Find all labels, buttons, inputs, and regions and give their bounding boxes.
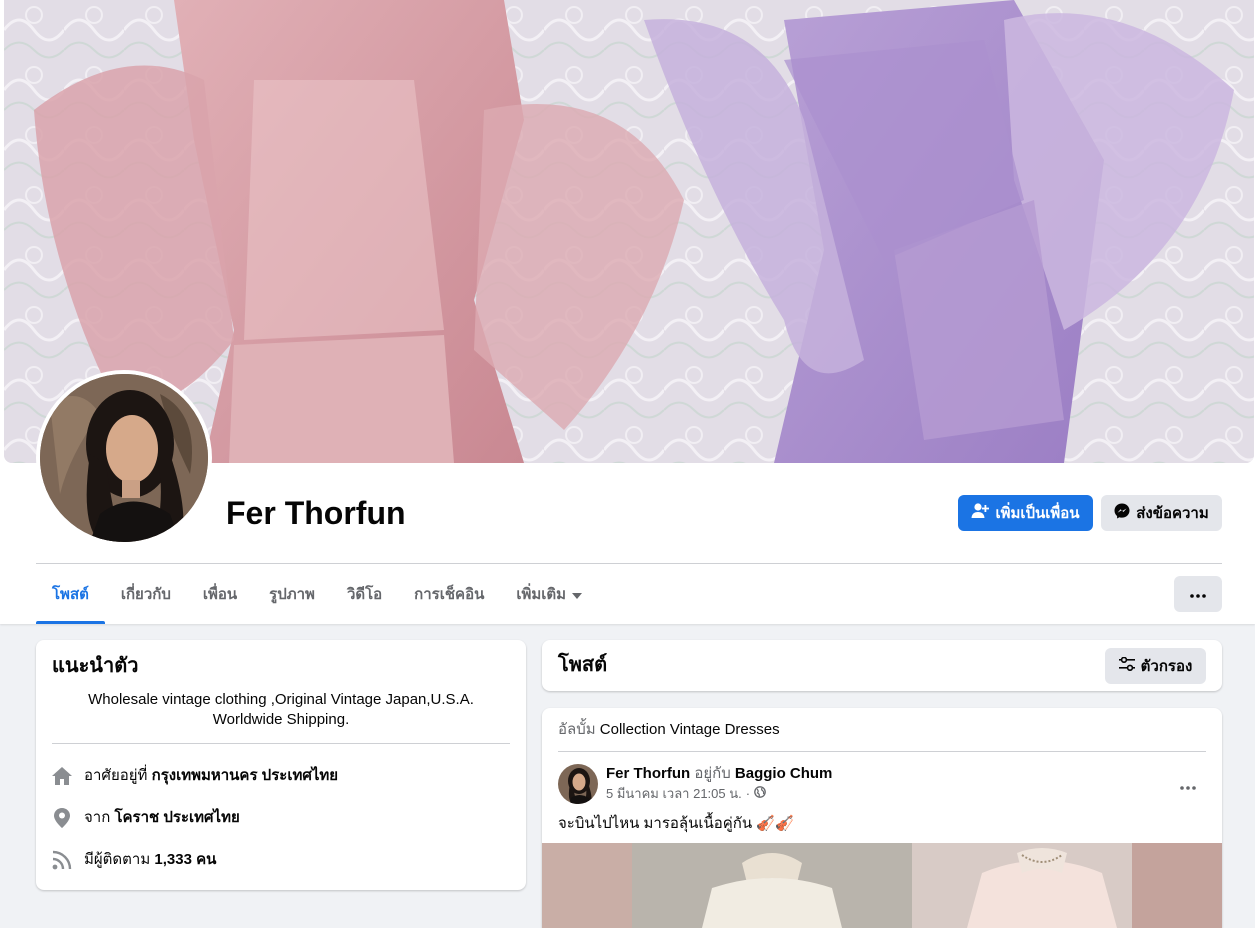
followers-prefix: มีผู้ติดตาม xyxy=(84,851,151,868)
profile-options-button[interactable] xyxy=(1174,576,1222,612)
add-friend-icon xyxy=(971,502,990,524)
profile-tabs: โพสต์ เกี่ยวกับ เพื่อน รูปภาพ วิดีโอ การ… xyxy=(36,564,598,624)
filter-sliders-icon xyxy=(1118,656,1135,675)
tab-label: รูปภาพ xyxy=(269,586,315,603)
post-meta: 5 มีนาคม เวลา 21:05 น. · xyxy=(606,786,766,802)
tab-posts[interactable]: โพสต์ xyxy=(36,564,105,624)
profile-name: Fer Thorfun xyxy=(226,495,406,531)
add-friend-button[interactable]: เพิ่มเป็นเพื่อน xyxy=(958,495,1093,531)
profile-header: Fer Thorfun เพิ่มเป็นเพื่อน ส่งข้อความ โ… xyxy=(0,0,1255,624)
post-timestamp[interactable]: 5 มีนาคม เวลา 21:05 น. xyxy=(606,786,742,802)
post-photo[interactable] xyxy=(542,843,1222,928)
post-author-avatar[interactable] xyxy=(558,764,598,804)
intro-followers: มีผู้ติดตาม 1,333 คน xyxy=(52,850,216,870)
profile-avatar[interactable] xyxy=(40,374,208,542)
with-prefix: อยู่กับ xyxy=(694,765,731,782)
intro-divider xyxy=(52,743,510,744)
post-text: จะบินไปไหน มารอลุ้นเนื้อคู่กัน 🎻🎻 xyxy=(558,815,794,832)
intro-bio: Wholesale vintage clothing ,Original Vin… xyxy=(88,691,474,728)
globe-icon xyxy=(754,786,766,802)
tab-label: การเช็คอิน xyxy=(414,586,485,603)
tab-about[interactable]: เกี่ยวกับ xyxy=(105,564,187,624)
intro-title: แนะนำตัว xyxy=(52,655,139,677)
lives-value[interactable]: กรุงเทพมหานคร ประเทศไทย xyxy=(152,767,338,784)
profile-avatar-ring[interactable] xyxy=(36,370,212,546)
lives-prefix: อาศัยอยู่ที่ xyxy=(84,767,148,784)
intro-lives-in: อาศัยอยู่ที่ กรุงเทพมหานคร ประเทศไทย xyxy=(52,766,338,786)
tab-label: เพิ่มเติม xyxy=(516,586,567,603)
album-name-link[interactable]: Collection Vintage Dresses xyxy=(600,721,780,738)
more-dots-icon xyxy=(1180,777,1196,795)
posts-title: โพสต์ xyxy=(558,654,608,676)
album-line: อัลบั้ม Collection Vintage Dresses xyxy=(558,720,780,740)
from-value[interactable]: โคราช ประเทศไทย xyxy=(114,809,239,826)
post-author-name[interactable]: Fer Thorfun xyxy=(606,765,690,782)
tab-label: เกี่ยวกับ xyxy=(120,586,171,603)
meta-separator: · xyxy=(745,786,751,801)
rss-followers-icon xyxy=(52,850,72,870)
messenger-icon xyxy=(1114,503,1130,523)
post-divider xyxy=(558,751,1206,752)
tab-photos[interactable]: รูปภาพ xyxy=(253,564,331,624)
tab-friends[interactable]: เพื่อน xyxy=(187,564,253,624)
message-label: ส่งข้อความ xyxy=(1136,505,1209,522)
cover-photo[interactable] xyxy=(4,0,1254,463)
filter-button[interactable]: ตัวกรอง xyxy=(1105,648,1206,684)
post-card: อัลบั้ม Collection Vintage Dresses Fer T… xyxy=(542,708,1222,928)
filter-label: ตัวกรอง xyxy=(1140,658,1193,675)
post-options-button[interactable] xyxy=(1172,770,1204,802)
tab-more[interactable]: เพิ่มเติม xyxy=(500,564,598,624)
location-pin-icon xyxy=(52,808,72,828)
tab-videos[interactable]: วิดีโอ xyxy=(331,564,398,624)
post-author-line: Fer Thorfun อยู่กับ Baggio Chum xyxy=(606,764,832,784)
tab-label: โพสต์ xyxy=(52,586,89,603)
message-button[interactable]: ส่งข้อความ xyxy=(1101,495,1222,531)
posts-header-card: โพสต์ ตัวกรอง xyxy=(542,640,1222,691)
tab-checkins[interactable]: การเช็คอิน xyxy=(398,564,500,624)
home-icon xyxy=(52,766,72,786)
caret-down-icon xyxy=(572,586,583,603)
album-prefix: อัลบั้ม xyxy=(558,721,596,738)
tab-label: วิดีโอ xyxy=(346,586,383,603)
tagged-user-link[interactable]: Baggio Chum xyxy=(735,765,833,782)
more-dots-icon xyxy=(1190,585,1206,603)
add-friend-label: เพิ่มเป็นเพื่อน xyxy=(995,505,1080,522)
intro-from: จาก โคราช ประเทศไทย xyxy=(52,808,240,828)
intro-card: แนะนำตัว Wholesale vintage clothing ,Ori… xyxy=(36,640,526,890)
followers-value[interactable]: 1,333 คน xyxy=(154,851,216,868)
from-prefix: จาก xyxy=(84,809,111,826)
tab-label: เพื่อน xyxy=(202,586,238,603)
